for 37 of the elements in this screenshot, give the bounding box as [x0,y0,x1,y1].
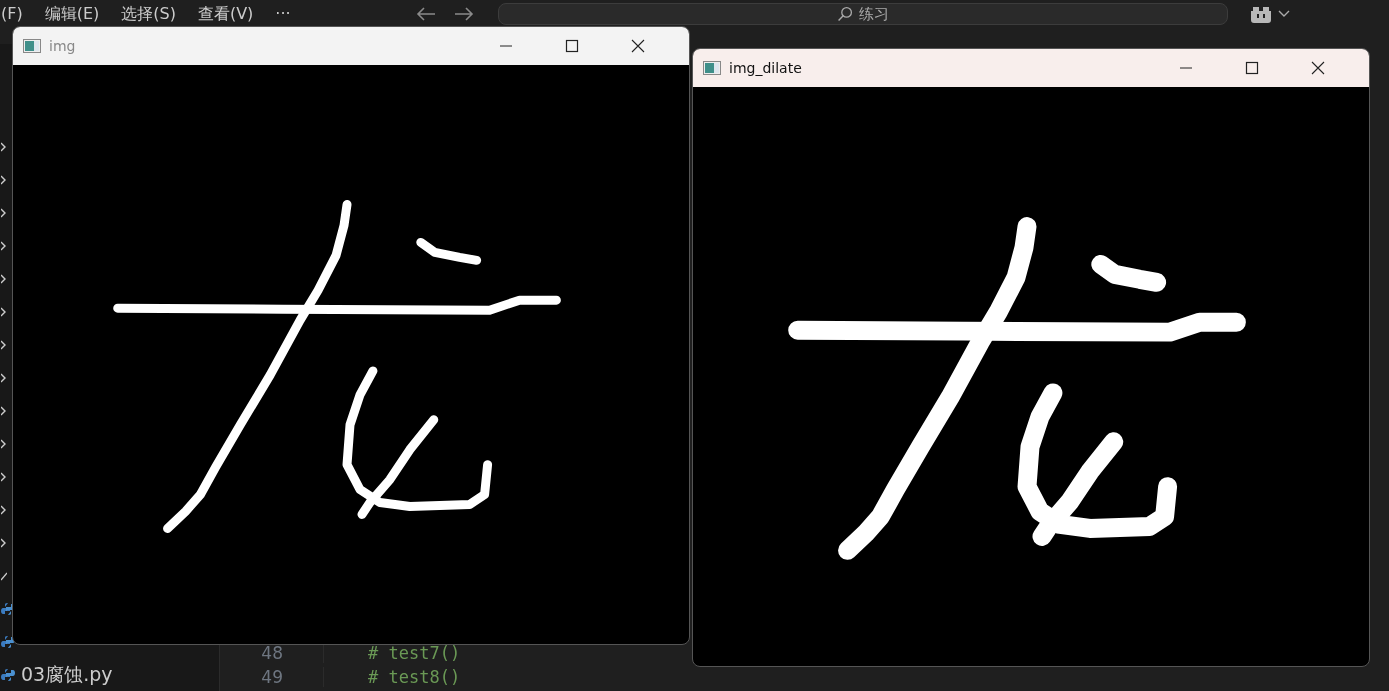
menu-item[interactable]: 编辑(E) [44,5,100,23]
chevron-right-icon[interactable] [1,339,7,350]
chevron-right-icon[interactable] [1,306,7,317]
window-title: img_dilate [729,60,802,76]
file-icon[interactable] [1,667,15,682]
chevron-right-icon[interactable] [1,141,7,152]
app-icon [23,39,41,53]
close-icon[interactable] [631,39,645,53]
menu-item[interactable]: (F) [1,5,23,23]
menu-item[interactable]: 选择(S) [121,5,176,23]
close-icon[interactable] [1311,61,1325,75]
code-comment: # test8() [368,667,461,687]
file-name[interactable]: 03腐蚀.py [21,661,113,688]
chevron-right-icon[interactable] [1,405,7,416]
maximize-icon[interactable] [565,39,579,53]
chevron-right-icon[interactable] [1,471,7,482]
chevron-right-icon[interactable] [1,438,7,449]
back-arrow-icon[interactable] [415,6,437,22]
menu-item[interactable]: ··· [275,5,291,23]
chevron-right-icon[interactable] [1,207,7,218]
chevron-right-icon[interactable] [1,273,7,284]
chevron-right-icon[interactable] [1,240,7,251]
search-field[interactable]: 练习 [498,3,1228,25]
slash-icon [1,570,7,581]
code-comment: # test7() [368,643,461,663]
chevron-right-icon[interactable] [1,504,7,515]
window-title: img [49,38,76,54]
maximize-icon[interactable] [1245,61,1259,75]
search-icon [837,6,853,22]
chevron-right-icon[interactable] [1,372,7,383]
line-number: 49 [220,667,324,687]
menu-item[interactable]: 查看(V) [197,5,254,23]
app-icon [703,61,721,75]
forward-arrow-icon[interactable] [453,6,475,22]
chevron-down-icon[interactable] [1278,10,1290,18]
chevron-right-icon[interactable] [1,174,7,185]
chevron-right-icon[interactable] [1,537,7,548]
